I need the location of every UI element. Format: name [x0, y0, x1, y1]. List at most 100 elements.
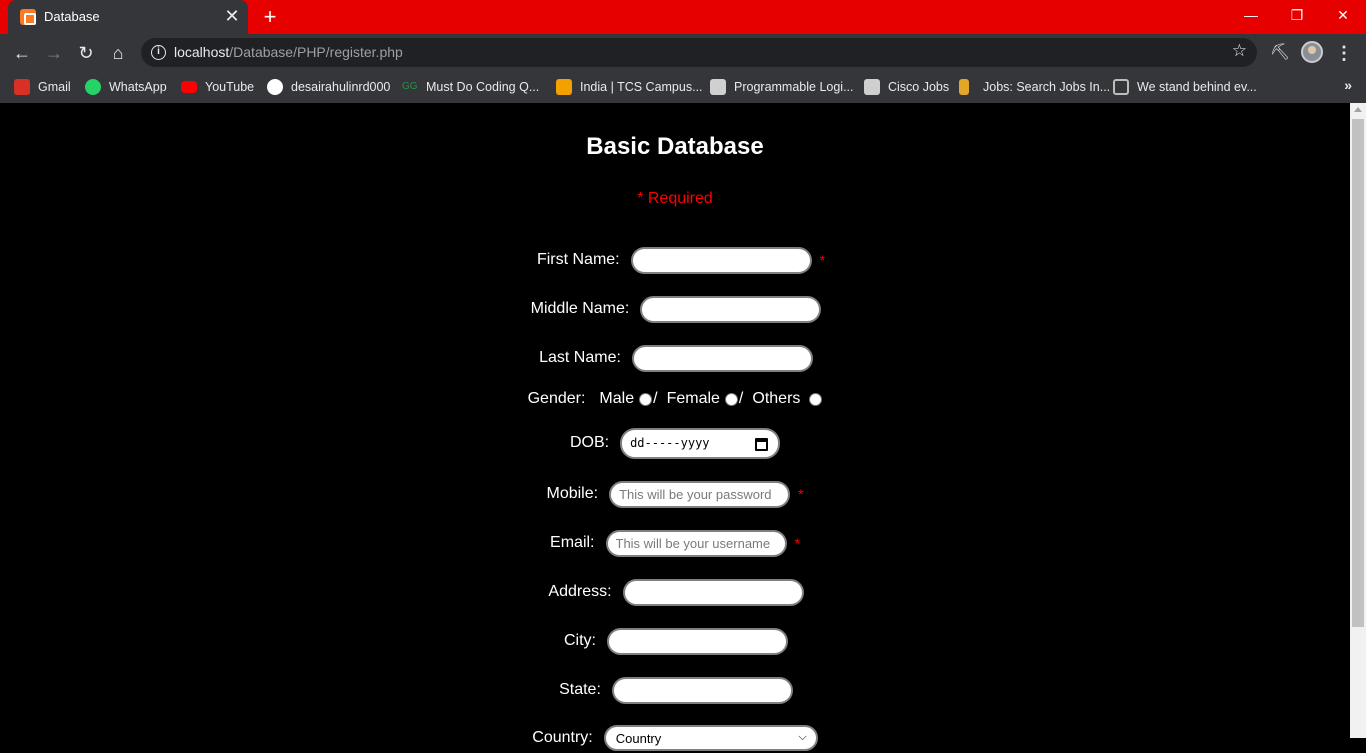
xampp-icon	[20, 9, 36, 25]
required-star: *	[794, 535, 800, 551]
bookmark-label: Cisco Jobs	[888, 80, 950, 94]
minimize-button[interactable]: —	[1228, 0, 1274, 30]
bookmark-whatsapp[interactable]: WhatsApp	[85, 77, 167, 97]
last-name-row: Last Name:	[0, 343, 1350, 373]
page-icon	[1113, 79, 1129, 95]
reload-icon[interactable]: ↻	[72, 39, 100, 67]
first-name-label: First Name:	[536, 251, 620, 268]
city-input[interactable]	[607, 627, 788, 655]
required-star: *	[798, 486, 804, 502]
calendar-icon[interactable]	[755, 437, 769, 451]
bookmark-label: desairahulinrd000	[291, 80, 391, 94]
url-text: localhost/Database/PHP/register.php	[174, 44, 403, 60]
address-input[interactable]	[622, 578, 804, 606]
scrollbar-thumb[interactable]	[1352, 119, 1364, 627]
bookmark-label: YouTube	[205, 80, 255, 94]
mobile-input[interactable]	[609, 480, 791, 508]
first-name-input[interactable]	[630, 246, 812, 274]
email-row: Email: *	[0, 528, 1350, 558]
gmail-icon	[14, 79, 30, 95]
forward-arrow-icon[interactable]: →	[40, 39, 68, 67]
country-label: Country:	[532, 729, 593, 746]
gender-option-female-label: Female	[666, 390, 720, 407]
scroll-up-arrow-icon[interactable]	[1354, 107, 1362, 112]
country-select[interactable]: Country ⌵	[603, 725, 818, 751]
bookmark-label: Gmail	[38, 80, 71, 94]
mobile-label: Mobile:	[546, 485, 599, 502]
bookmark-jobs[interactable]: Jobs: Search Jobs In...	[959, 77, 1110, 97]
title-bar: Database ✕ + — ❐ ✕	[0, 0, 1366, 34]
bookmark-label: Programmable Logi...	[734, 80, 854, 94]
required-star: *	[819, 252, 826, 268]
new-tab-button[interactable]: +	[258, 5, 282, 29]
youtube-icon	[181, 81, 197, 93]
close-icon[interactable]: ✕	[222, 6, 242, 26]
middle-name-row: Middle Name:	[0, 294, 1350, 324]
first-name-row: First Name: *	[0, 245, 1350, 275]
required-note: * Required	[637, 190, 713, 207]
window-close-button[interactable]: ✕	[1320, 0, 1366, 30]
gender-option-others-label: Others	[752, 390, 801, 407]
bookmark-cisco[interactable]: Cisco Jobs	[864, 77, 949, 97]
dob-placeholder: dd-----yyyy	[630, 436, 710, 450]
city-row: City:	[0, 626, 1350, 656]
whatsapp-icon	[85, 79, 101, 95]
bookmark-geeksforgeeks[interactable]: GG Must Do Coding Q...	[402, 77, 539, 97]
gender-male-radio[interactable]	[639, 392, 653, 406]
middle-name-label: Middle Name:	[530, 300, 630, 317]
last-name-label: Last Name:	[539, 349, 621, 366]
address-label: Address:	[548, 583, 612, 600]
url-path: /Database/PHP/register.php	[229, 44, 403, 60]
gender-separator: /	[738, 390, 744, 407]
gender-row: Gender: Male / Female / Others	[0, 389, 1350, 409]
info-icon[interactable]: i	[151, 45, 166, 60]
bookmark-label: Jobs: Search Jobs In...	[983, 80, 1111, 94]
address-row: Address:	[0, 577, 1350, 607]
vertical-scrollbar[interactable]	[1350, 103, 1366, 738]
bookmark-tcs[interactable]: India | TCS Campus...	[556, 77, 703, 97]
browser-tab[interactable]: Database ✕	[8, 0, 248, 34]
bookmark-label: Must Do Coding Q...	[426, 80, 540, 94]
kebab-menu-icon[interactable]: ⋮	[1334, 39, 1354, 67]
bookmark-github[interactable]: desairahulinrd000	[267, 77, 390, 97]
page-title: Basic Database	[586, 133, 764, 160]
email-label: Email:	[550, 534, 595, 551]
mobile-row: Mobile: *	[0, 479, 1350, 509]
dob-label: DOB:	[569, 434, 610, 451]
bookmarks-overflow-chevron-icon[interactable]: »	[1344, 77, 1352, 93]
geeksforgeeks-icon: GG	[402, 81, 418, 92]
bookmark-gmail[interactable]: Gmail	[14, 77, 71, 97]
dob-date-input[interactable]: dd-----yyyy	[620, 427, 781, 459]
page-content: Basic Database * Required First Name: * …	[0, 103, 1350, 751]
dob-row: DOB: dd-----yyyy	[0, 426, 1350, 460]
back-arrow-icon[interactable]: ←	[8, 39, 36, 67]
bookmark-star-icon[interactable]: ☆	[1232, 41, 1247, 61]
bookmark-label: We stand behind ev...	[1137, 80, 1257, 94]
url-host: localhost	[174, 44, 230, 60]
bookmarks-bar: Gmail WhatsApp YouTube desairahulinrd000…	[0, 71, 1366, 103]
browser-toolbar: ← → ↻ ⌂ i localhost/Database/PHP/registe…	[0, 34, 1366, 71]
bookmark-youtube[interactable]: YouTube	[181, 77, 254, 97]
address-bar[interactable]: i localhost/Database/PHP/register.php ☆	[141, 38, 1257, 67]
cisco-icon	[864, 79, 880, 95]
jobs-icon	[959, 79, 969, 95]
middle-name-input[interactable]	[640, 295, 822, 323]
github-icon	[267, 79, 283, 95]
gender-label: Gender:	[527, 390, 586, 407]
country-row: Country: Country ⌵	[0, 723, 1350, 753]
gender-separator: /	[653, 390, 658, 407]
bookmark-label: India | TCS Campus...	[580, 80, 703, 94]
state-input[interactable]	[611, 676, 793, 704]
last-name-input[interactable]	[631, 344, 813, 372]
restore-button[interactable]: ❐	[1274, 0, 1320, 30]
bookmark-programmable-logic[interactable]: Programmable Logi...	[710, 77, 854, 97]
gender-female-radio[interactable]	[724, 392, 738, 406]
email-input[interactable]	[605, 529, 787, 557]
gender-others-radio[interactable]	[809, 392, 823, 406]
extensions-puzzle-icon[interactable]: ⛏	[1268, 39, 1292, 67]
state-label: State:	[559, 681, 601, 698]
home-icon[interactable]: ⌂	[104, 39, 132, 67]
profile-avatar[interactable]	[1301, 41, 1323, 63]
tab-title: Database	[44, 9, 100, 24]
bookmark-we-stand[interactable]: We stand behind ev...	[1113, 77, 1257, 97]
